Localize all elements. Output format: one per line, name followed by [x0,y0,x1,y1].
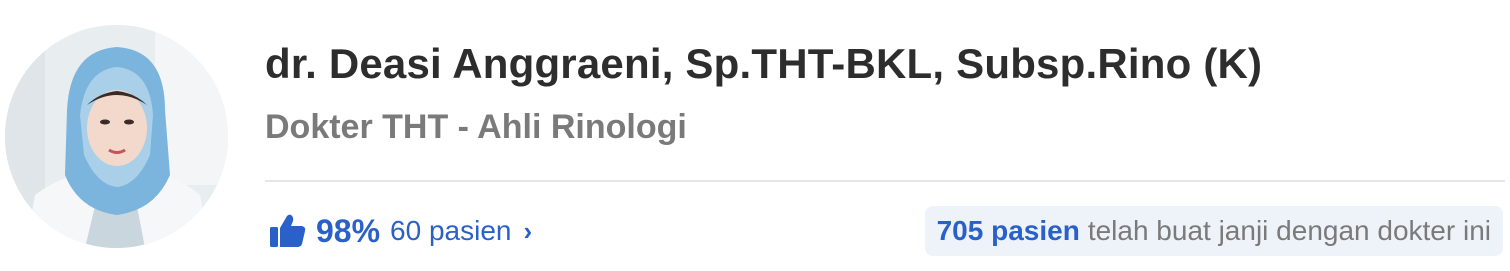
divider [265,180,1505,182]
appointment-count: 705 pasien [936,215,1080,246]
doctor-specialty: Dokter THT - Ahli Rinologi [265,108,687,146]
thumbs-up-icon [270,214,306,248]
rating-review-count: 60 pasien [390,215,512,246]
doctor-photo [5,25,228,248]
appointment-text: telah buat janji dengan dokter ini [1087,215,1491,246]
rating-link[interactable]: 98% 60 pasien › [270,206,532,256]
chevron-right-icon: › [523,215,533,246]
doctor-name: dr. Deasi Anggraeni, Sp.THT-BKL, Subsp.R… [265,40,1263,87]
appointment-count-badge: 705 pasien telah buat janji dengan dokte… [924,206,1503,256]
doctor-avatar [5,25,228,248]
rating-percent: 98% [316,212,381,249]
